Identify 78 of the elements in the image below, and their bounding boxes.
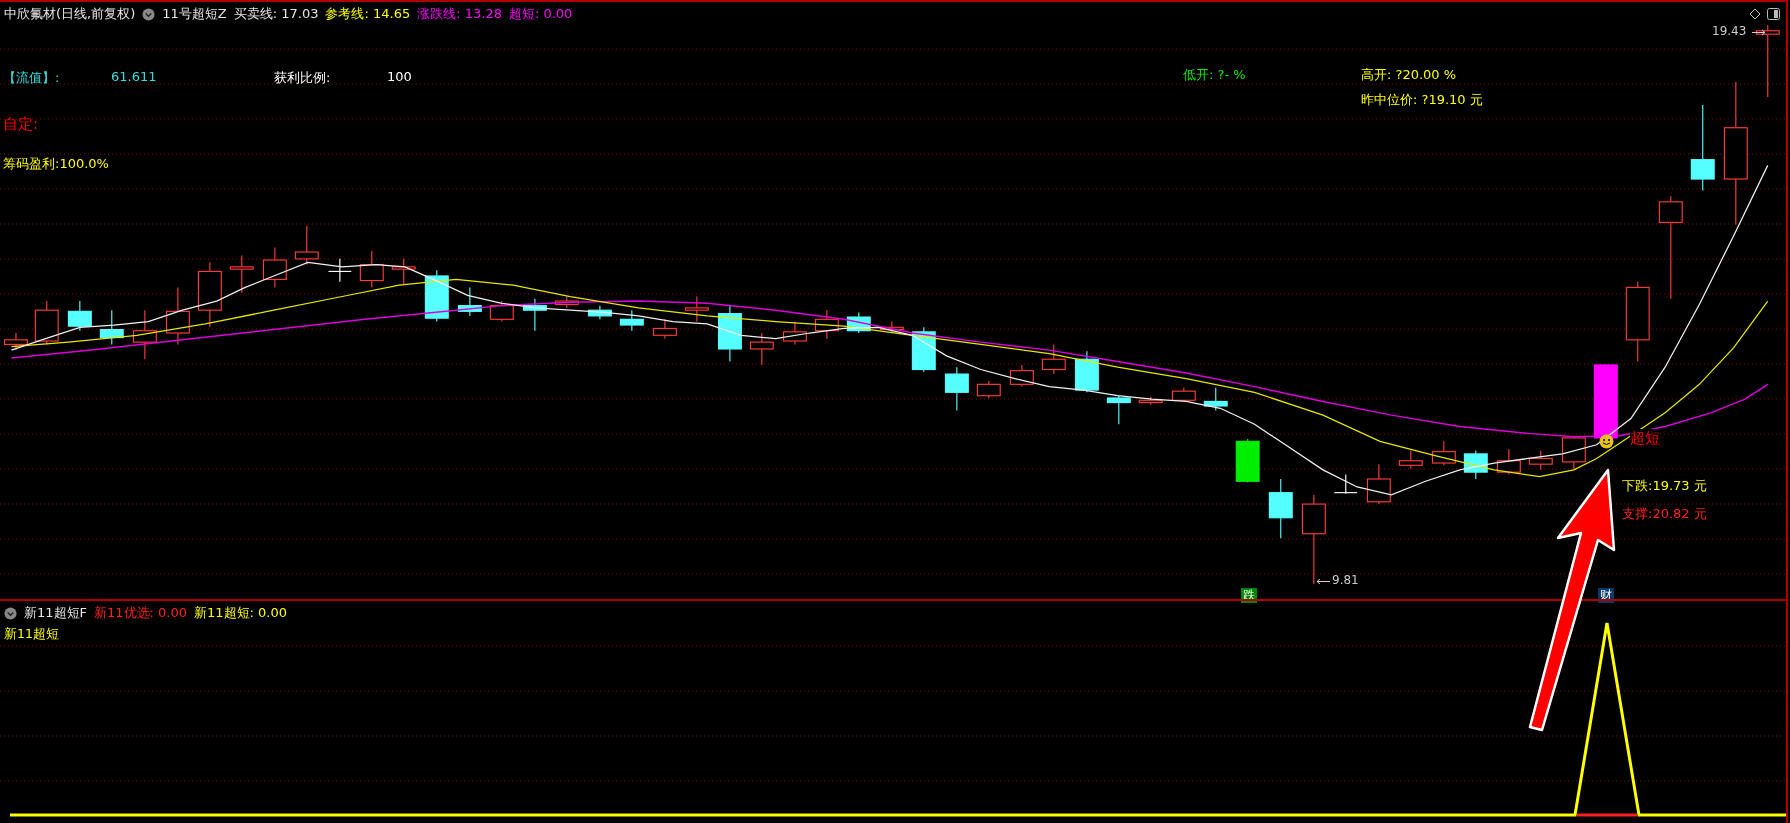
candlestick — [619, 309, 644, 332]
indicator-value: 参考线: 14.65 — [325, 5, 411, 23]
dropdown-icon[interactable] — [142, 7, 156, 21]
candlestick — [1106, 395, 1131, 425]
candlestick — [1561, 435, 1586, 471]
candlestick — [4, 332, 28, 351]
candlestick — [522, 298, 547, 332]
indicator-name: 11号超短Z — [162, 5, 227, 23]
dropdown-icon[interactable] — [4, 606, 17, 620]
candlestick — [587, 305, 612, 320]
candlestick — [976, 380, 1001, 399]
candlestick — [782, 321, 807, 345]
indicator-value: 买卖线: 17.03 — [233, 5, 319, 23]
indicator-label: 自定: — [3, 115, 39, 134]
indicator-name: 新11超短F — [24, 604, 88, 622]
candlestick — [1366, 463, 1391, 505]
candlestick — [229, 254, 254, 294]
candlestick — [1171, 387, 1196, 402]
candlestick — [34, 300, 59, 345]
candlestick — [1235, 438, 1260, 483]
candlestick — [391, 258, 416, 285]
candlestick — [489, 300, 514, 323]
candlestick — [1041, 343, 1066, 375]
candlestick — [165, 286, 190, 345]
indicator-value: 新11优选: 0.00 — [94, 604, 188, 622]
indicator-value: 超短: 0.00 — [508, 5, 573, 23]
candlestick — [1009, 364, 1034, 388]
signal-label: 下跌:19.73 元 — [1622, 477, 1707, 495]
candlestick — [1463, 449, 1488, 480]
candlestick — [262, 246, 287, 288]
arrow-icon — [1752, 29, 1766, 36]
candlestick — [1268, 478, 1293, 539]
indicator-label: 高开: ?20.00 % — [1361, 66, 1457, 84]
panel-icon[interactable] — [1767, 8, 1780, 20]
candlestick — [132, 309, 157, 360]
indicator-label: 筹码盈利:100.0% — [3, 155, 109, 173]
indicator-value: 新11超短: 0.00 — [194, 604, 288, 622]
candlestick — [717, 305, 742, 363]
indicator-label: 61.611 — [111, 69, 157, 84]
candlestick — [1074, 350, 1099, 393]
candlestick — [1203, 387, 1228, 412]
indicator-label: 新11超短 — [4, 626, 59, 643]
candlestick — [424, 269, 449, 323]
diamond-icon[interactable] — [1749, 8, 1761, 20]
candlestick — [1138, 396, 1163, 406]
indicator-label: 昨中位价: ?19.10 元 — [1361, 91, 1483, 109]
candlestick — [197, 261, 222, 328]
candlestick — [879, 321, 904, 334]
indicator-label: 【流值】: — [3, 69, 60, 87]
candlestick — [944, 366, 969, 412]
signal-label: 支撑:20.82 元 — [1622, 505, 1707, 523]
candlestick — [457, 286, 482, 317]
candlestick — [1333, 473, 1358, 495]
indicator-label: 获利比例: — [274, 69, 331, 87]
candlestick — [684, 295, 709, 323]
indicator-value: 涨跌线: 13.28 — [417, 5, 502, 23]
candlestick — [1431, 440, 1456, 466]
candlestick — [67, 300, 92, 332]
candlestick — [294, 225, 319, 266]
candlestick — [846, 311, 871, 334]
smiley-icon — [1599, 434, 1614, 449]
candlestick — [359, 250, 384, 288]
candlestick — [814, 309, 839, 340]
high-price-label: 19.43 — [1712, 24, 1747, 38]
candlestick — [749, 332, 774, 366]
candlestick — [327, 258, 352, 283]
candlestick — [99, 309, 124, 345]
signal-label: 超短 — [1630, 429, 1660, 448]
candlestick — [1398, 449, 1423, 470]
arrow-icon — [1316, 578, 1330, 585]
low-price-label: 9.81 — [1332, 573, 1359, 587]
indicator-label: 100 — [387, 69, 412, 84]
stock-title: 中欣氟材(日线,前复权) — [4, 5, 136, 23]
candlestick — [1528, 449, 1553, 471]
candlestick — [1496, 448, 1521, 475]
indicator-label: 低开: ?- % — [1183, 66, 1246, 84]
candlestick — [652, 318, 677, 340]
candlestick — [554, 295, 579, 309]
